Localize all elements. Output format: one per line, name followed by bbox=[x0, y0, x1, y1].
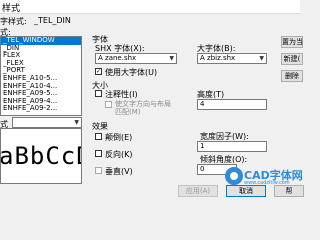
match-layout-label-line2: 匹配(M) bbox=[115, 108, 141, 116]
title-bar: 样式 bbox=[0, 0, 300, 14]
preview-box: aBbCcD bbox=[0, 128, 82, 184]
shx-font-dropdown[interactable]: A zane.shx ▼ bbox=[95, 53, 177, 64]
upside-down-checkbox[interactable] bbox=[95, 133, 102, 140]
shx-font-value: A zane.shx bbox=[98, 54, 137, 62]
height-value: 4 bbox=[200, 100, 205, 108]
style-list[interactable]: _TEL_WINDOW _DIN FLEX _FLEX _PORT ENHFE_… bbox=[0, 36, 82, 116]
window-title: 样式 bbox=[2, 4, 21, 14]
list-item[interactable]: ENHFE_A10-5... bbox=[1, 75, 81, 83]
use-bigfont-label: 使用大字体(U) bbox=[105, 68, 158, 77]
backwards-checkbox[interactable] bbox=[95, 150, 102, 157]
height-input[interactable]: 4 bbox=[197, 99, 267, 110]
chevron-down-icon: ▼ bbox=[74, 119, 79, 126]
list-item[interactable]: ENHFE_A09-4... bbox=[1, 98, 81, 106]
big-font-dropdown[interactable]: A zbiz.shx ▼ bbox=[197, 53, 267, 64]
use-bigfont-checkbox[interactable]: ✓ bbox=[95, 68, 102, 75]
watermark-logo-icon bbox=[225, 167, 243, 185]
current-style-label: 字样式: bbox=[0, 17, 27, 26]
new-style-button[interactable]: 新建( bbox=[281, 53, 303, 65]
big-font-value: A zbiz.shx bbox=[200, 54, 236, 62]
filter-dropdown[interactable]: ▼ bbox=[12, 117, 82, 128]
current-style-value: _TEL_DIN bbox=[34, 16, 71, 25]
width-factor-input[interactable]: 1 bbox=[197, 141, 267, 152]
watermark-url: www.cadzitiw.com bbox=[244, 180, 290, 186]
list-item[interactable]: ENHFE_A09-2... bbox=[1, 105, 81, 113]
oblique-angle-value: 0 bbox=[200, 165, 205, 173]
list-item[interactable]: _FLEX bbox=[1, 60, 81, 68]
width-factor-value: 1 bbox=[200, 142, 205, 150]
backwards-label: 反向(K) bbox=[105, 150, 133, 159]
vertical-checkbox[interactable] bbox=[95, 167, 102, 174]
delete-style-button[interactable]: 删除 bbox=[281, 70, 303, 82]
preview-text: aBbCcD bbox=[0, 142, 81, 170]
list-item[interactable]: _PORT bbox=[1, 67, 81, 75]
set-current-button[interactable]: 置为当 bbox=[281, 36, 303, 48]
cancel-button[interactable]: 取消 bbox=[226, 185, 266, 197]
list-item[interactable]: ENHFE_A09-5... bbox=[1, 90, 81, 98]
vertical-label: 垂直(V) bbox=[105, 167, 133, 176]
annotative-checkbox[interactable] bbox=[95, 90, 102, 97]
match-layout-checkbox[interactable] bbox=[105, 101, 112, 108]
list-item[interactable]: _DIN bbox=[1, 45, 81, 53]
chevron-down-icon: ▼ bbox=[259, 55, 264, 62]
effects-section-title: 效果 bbox=[92, 122, 108, 131]
list-item[interactable]: _TEL_WINDOW bbox=[1, 37, 81, 45]
upside-down-label: 颠倒(E) bbox=[105, 133, 133, 142]
apply-button[interactable]: 应用(A) bbox=[178, 185, 218, 197]
chevron-down-icon: ▼ bbox=[169, 55, 174, 62]
list-item[interactable]: FLEX bbox=[1, 52, 81, 60]
list-item[interactable]: ENHFE_A10-4... bbox=[1, 83, 81, 91]
help-button[interactable]: 帮 bbox=[274, 185, 304, 197]
